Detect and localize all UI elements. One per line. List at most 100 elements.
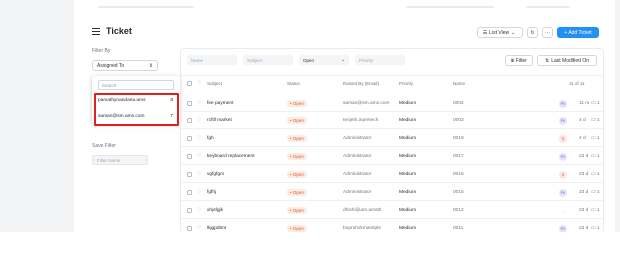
sort-button[interactable]: ⇅ Last Modified On <box>537 55 597 66</box>
comment-count: ▭ 1 <box>591 190 600 195</box>
subject-cell[interactable]: fgh <box>207 136 214 141</box>
save-filter-label: Save Filter <box>92 143 116 149</box>
list-view-button[interactable]: ☰ List View ⌄ <box>477 27 523 38</box>
priority-cell: Medium <box>399 154 417 159</box>
subject-cell[interactable]: xhjsfgjk <box>207 208 223 213</box>
comment-count: ▭ 1 <box>591 136 600 141</box>
status-badge: • Open <box>287 225 307 232</box>
status-badge: • Open <box>287 135 307 142</box>
priority-cell: Medium <box>399 190 417 195</box>
divider <box>181 164 603 165</box>
heart-icon[interactable]: ♡ <box>197 207 201 213</box>
row-checkbox[interactable] <box>187 190 192 195</box>
row-checkbox[interactable] <box>187 208 192 213</box>
comment-count: ▭ 1 <box>591 208 600 213</box>
modified-time: 23 d <box>579 190 589 195</box>
name-filter-input[interactable]: Name <box>187 55 237 65</box>
row-checkbox[interactable] <box>187 118 192 123</box>
heart-icon[interactable]: ♡ <box>197 225 201 231</box>
name-cell: 0011 <box>453 226 464 231</box>
col-priority[interactable]: Priority <box>399 81 413 86</box>
status-badge: • Open <box>287 207 307 214</box>
status-filter-select[interactable]: Open ⌄ <box>299 55 349 65</box>
priority-filter-select[interactable]: Priority <box>355 55 405 65</box>
heart-icon[interactable]: ♡ <box>197 171 201 177</box>
avatar: PV <box>559 117 567 125</box>
page-title-row: Ticket <box>92 26 132 36</box>
subject-cell[interactable]: keyboard replacement <box>207 154 254 159</box>
priority-cell: Medium <box>399 172 417 177</box>
row-checkbox[interactable] <box>187 154 192 159</box>
priority-cell: Medium <box>399 101 417 106</box>
heart-icon[interactable]: ♡ <box>197 117 201 123</box>
name-cell: 0012 <box>453 208 464 213</box>
subject-cell[interactable]: rcftll market <box>207 118 232 123</box>
name-cell: 0017 <box>453 154 464 159</box>
col-name[interactable]: Name <box>453 81 465 86</box>
dropdown-option[interactable]: parvathynandana.ams 8 <box>98 98 173 103</box>
heart-icon[interactable]: ♡ <box>197 189 201 195</box>
raised-by-cell: saman@sm.ams.com <box>343 101 390 106</box>
priority-cell: Medium <box>399 226 417 231</box>
select-all-checkbox[interactable] <box>187 81 192 86</box>
raised-by-cell: tenjeth.inpretech <box>343 118 379 123</box>
divider <box>181 182 603 183</box>
status-badge: • Open <box>287 189 307 196</box>
avatar: PV <box>559 153 567 161</box>
subject-filter-input[interactable]: Subject <box>243 55 293 65</box>
divider <box>181 128 603 129</box>
status-badge: • Open <box>287 171 307 178</box>
row-checkbox[interactable] <box>187 172 192 177</box>
raised-by-cell: Administrator <box>343 136 372 141</box>
header-actions: ☰ List View ⌄ ↻ ··· + Add Ticket <box>477 27 599 38</box>
raised-by-cell: Administrator <box>343 190 372 195</box>
filter-name-input[interactable]: Filter Name <box>92 155 148 165</box>
subject-cell[interactable]: fgfhj <box>207 190 216 195</box>
more-button[interactable]: ··· <box>542 27 553 38</box>
priority-cell: Medium <box>399 136 417 141</box>
subject-cell[interactable]: fee payment <box>207 101 233 106</box>
list-icon: ☰ <box>482 29 488 36</box>
bottom-strip <box>0 232 620 263</box>
col-subject[interactable]: Subject <box>207 81 222 86</box>
modified-time: 23 d <box>579 154 589 159</box>
subject-cell[interactable]: lkjgpdtmr <box>207 226 226 231</box>
subject-cell[interactable]: vgfgfgm <box>207 172 224 177</box>
raised-by-cell: Administrator <box>343 172 372 177</box>
row-checkbox[interactable] <box>187 101 192 106</box>
chevron-down-icon: ⌄ <box>341 57 345 62</box>
chevron-updown-icon: ⇕ <box>148 62 153 69</box>
divider <box>181 146 603 147</box>
heart-icon[interactable]: ♡ <box>197 135 201 141</box>
hamburger-icon[interactable] <box>92 27 100 35</box>
heart-icon[interactable]: ♡ <box>197 153 201 159</box>
modified-time: 11 m <box>579 101 590 106</box>
heart-icon[interactable]: ♡ <box>197 100 201 106</box>
row-checkbox[interactable] <box>187 226 192 231</box>
modified-time: 4 d <box>579 136 586 141</box>
avatar: - <box>559 207 567 215</box>
add-ticket-button[interactable]: + Add Ticket <box>557 27 599 38</box>
dropdown-option[interactable]: saman@sm.ams.com 7 <box>98 114 173 119</box>
col-status[interactable]: Status <box>287 81 300 86</box>
chevron-down-icon: ⌄ <box>511 29 516 36</box>
assigned-to-select[interactable]: Assigned To ⇕ <box>92 60 158 71</box>
heart-icon[interactable]: ♡ <box>197 80 201 86</box>
refresh-icon: ↻ <box>530 29 535 36</box>
col-raised-by[interactable]: Raised By (Email) <box>343 81 379 86</box>
name-cell: 0015 <box>453 190 464 195</box>
avatar: PV <box>559 100 567 108</box>
dropdown-search-input[interactable]: Search <box>98 80 174 90</box>
filter-icon: ⩩ <box>511 57 514 64</box>
sort-icon: ⇅ <box>544 57 550 64</box>
name-cell: 0019 <box>453 136 464 141</box>
name-cell: 0004 <box>453 101 464 106</box>
filter-sort-group: ⩩ Filter ⇅ Last Modified On <box>505 55 597 66</box>
filter-button[interactable]: ⩩ Filter <box>505 55 533 66</box>
refresh-button[interactable]: ↻ <box>527 27 538 38</box>
row-checkbox[interactable] <box>187 136 192 141</box>
priority-cell: Medium <box>399 208 417 213</box>
nav-search-placeholder <box>406 6 494 8</box>
modified-time: 23 d <box>579 226 589 231</box>
raised-by-cell: bnpruhvkmantiple <box>343 226 381 231</box>
